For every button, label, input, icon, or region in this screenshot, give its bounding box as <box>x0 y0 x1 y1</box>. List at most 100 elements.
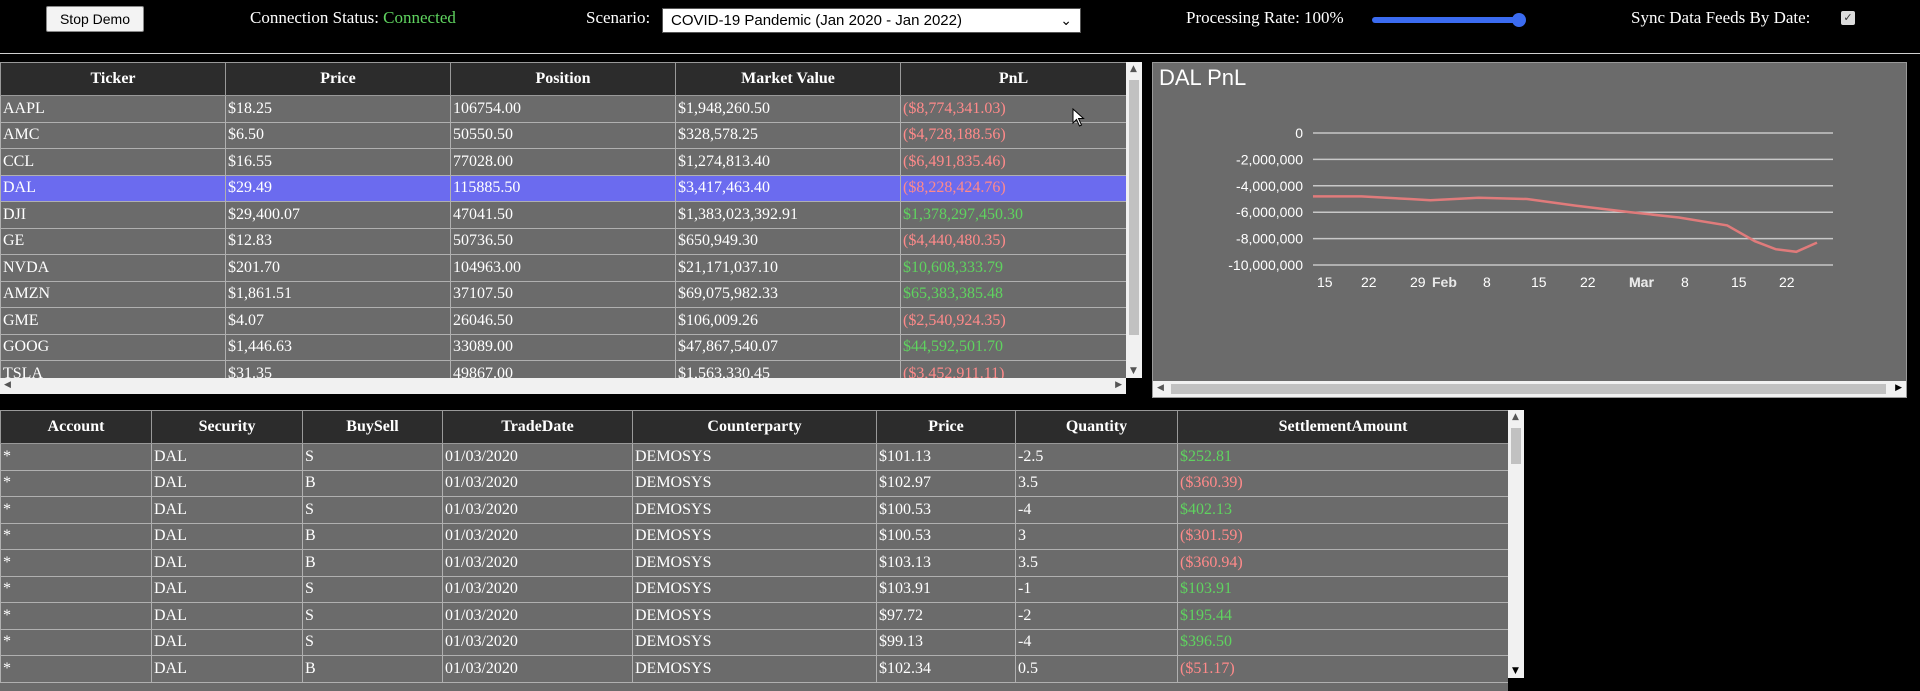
table-row[interactable]: * DAL S 01/03/2020 DEMOSYS $99.13 -4 $396.50 <box>0 628 1508 656</box>
column-header[interactable]: Market Value <box>675 62 901 96</box>
table-row[interactable]: CCL $16.55 77028.00 $1,274,813.40 ($6,491,83… <box>0 148 1126 176</box>
column-header[interactable]: Price <box>225 62 451 96</box>
scroll-down-icon[interactable]: ▼ <box>1512 666 1519 676</box>
connection-status-label: Connection Status: <box>250 8 379 27</box>
account-cell: * <box>0 602 152 630</box>
security-cell: DAL <box>151 469 303 497</box>
table-row[interactable]: * DAL B 01/03/2020 DEMOSYS $102.97 3.5 ($360.39… <box>0 469 1508 497</box>
table-row[interactable]: * DAL B 01/03/2020 DEMOSYS $103.13 3.5 ($360.94… <box>0 549 1508 577</box>
scenario-select[interactable]: COVID-19 Pandemic (Jan 2020 - Jan 2022) … <box>662 8 1081 33</box>
ticker-cell: TSLA <box>0 360 226 378</box>
toolbar-divider <box>0 53 1920 54</box>
settlement-amount-cell: ($301.59) <box>1177 522 1508 550</box>
scroll-right-icon[interactable]: ▶ <box>1895 383 1902 393</box>
price-cell: $102.34 <box>876 655 1016 683</box>
price-cell: $99.13 <box>876 628 1016 656</box>
table-row[interactable]: DJI $29,400.07 47041.50 $1,383,023,392.91 $1… <box>0 201 1126 229</box>
account-cell: * <box>0 655 152 683</box>
counterparty-cell: DEMOSYS <box>632 496 877 524</box>
market-value-cell: $650,949.30 <box>675 227 901 255</box>
scrollbar-thumb[interactable] <box>1511 428 1521 464</box>
scroll-left-icon[interactable]: ◀ <box>4 380 11 390</box>
column-header[interactable]: PnL <box>900 62 1126 96</box>
settlement-amount-cell: $402.13 <box>1177 496 1508 524</box>
buysell-cell: S <box>302 496 443 524</box>
scroll-down-icon[interactable]: ▼ <box>1130 366 1137 376</box>
column-header[interactable]: Counterparty <box>632 410 877 444</box>
table-row[interactable]: GOOG $1,446.63 33089.00 $47,867,540.07 $44,5… <box>0 333 1126 361</box>
pnl-chart: 0 -2,000,000 -4,000,000 -6,000,000 -8,000,00… <box>1228 125 1833 290</box>
counterparty-cell: DEMOSYS <box>632 575 877 603</box>
price-cell: $101.13 <box>876 443 1016 471</box>
account-cell: * <box>0 522 152 550</box>
table-row[interactable]: * DAL B 01/03/2020 DEMOSYS $102.34 0.5 ($51.17) <box>0 655 1508 683</box>
stop-demo-button[interactable]: Stop Demo <box>46 6 144 32</box>
table-row[interactable]: GE $12.83 50736.50 $650,949.30 ($4,440,480.3… <box>0 227 1126 255</box>
positions-vertical-scrollbar[interactable]: ▲ ▼ <box>1126 62 1142 378</box>
chart-horizontal-scrollbar[interactable]: ◀ ▶ <box>1153 381 1906 397</box>
security-cell: DAL <box>151 655 303 683</box>
table-row[interactable]: * DAL S 01/03/2020 DEMOSYS $101.13 -2.5 $252.81 <box>0 443 1508 471</box>
quantity-cell: 3.5 <box>1015 469 1178 497</box>
table-row[interactable]: * DAL S 01/03/2020 DEMOSYS $103.91 -1 $103.91 <box>0 575 1508 603</box>
settlement-amount-cell: $396.50 <box>1177 628 1508 656</box>
x-tick-label: 22 <box>1580 274 1596 290</box>
y-tick-label: -10,000,000 <box>1228 257 1303 273</box>
positions-header-row: Ticker Price Position Market Value PnL <box>0 62 1126 96</box>
table-row[interactable]: * DAL S 01/03/2020 DEMOSYS $100.53 -4 $402.13 <box>0 496 1508 524</box>
scroll-right-icon[interactable]: ▶ <box>1115 380 1122 390</box>
processing-rate-slider[interactable] <box>1372 13 1526 27</box>
ticker-cell: AMZN <box>0 280 226 308</box>
pnl-cell: ($6,491,835.46) <box>900 148 1126 176</box>
table-row[interactable]: DAL $29.49 115885.50 $3,417,463.40 ($8,228,4… <box>0 174 1126 202</box>
account-cell: * <box>0 469 152 497</box>
scrollbar-thumb[interactable] <box>1171 384 1886 394</box>
price-cell: $4.07 <box>225 307 451 335</box>
column-header[interactable]: Price <box>876 410 1016 444</box>
price-cell: $100.53 <box>876 522 1016 550</box>
scroll-left-icon[interactable]: ◀ <box>1157 383 1164 393</box>
settlement-amount-cell: $103.91 <box>1177 575 1508 603</box>
column-header[interactable]: Position <box>450 62 676 96</box>
price-cell: $103.13 <box>876 549 1016 577</box>
scroll-up-icon[interactable]: ▲ <box>1512 412 1519 422</box>
table-row[interactable]: * DAL S 01/03/2020 DEMOSYS $97.72 -2 $195.44 <box>0 602 1508 630</box>
buysell-cell: S <box>302 575 443 603</box>
column-header[interactable]: Quantity <box>1015 410 1178 444</box>
market-value-cell: $47,867,540.07 <box>675 333 901 361</box>
column-header[interactable]: Security <box>151 410 303 444</box>
trades-vertical-scrollbar[interactable]: ▲ ▼ <box>1508 410 1524 678</box>
price-cell: $29,400.07 <box>225 201 451 229</box>
table-row[interactable]: AAPL $18.25 106754.00 $1,948,260.50 ($8,774,… <box>0 95 1126 123</box>
table-row[interactable]: GME $4.07 26046.50 $106,009.26 ($2,540,924.3… <box>0 307 1126 335</box>
ticker-cell: CCL <box>0 148 226 176</box>
buysell-cell: S <box>302 628 443 656</box>
mouse-pointer-icon <box>1072 108 1085 127</box>
column-header[interactable]: SettlementAmount <box>1177 410 1508 444</box>
table-row[interactable]: TSLA $31.35 49867.00 $1,563,330.45 ($3,452,9… <box>0 360 1126 378</box>
column-header[interactable]: Account <box>0 410 152 444</box>
sync-data-feeds-checkbox[interactable]: ✓ <box>1841 11 1855 25</box>
column-header[interactable]: Ticker <box>0 62 226 96</box>
slider-thumb[interactable] <box>1512 13 1526 27</box>
pnl-cell: $10,608,333.79 <box>900 254 1126 282</box>
scrollbar-thumb[interactable] <box>1129 80 1139 335</box>
positions-horizontal-scrollbar[interactable]: ◀ ▶ <box>0 378 1126 394</box>
trades-grid: Account Security BuySell TradeDate Counterpa… <box>0 410 1508 691</box>
column-header[interactable]: BuySell <box>302 410 443 444</box>
trade-date-cell: 01/03/2020 <box>442 522 633 550</box>
position-cell: 50550.50 <box>450 121 676 149</box>
column-header[interactable]: TradeDate <box>442 410 633 444</box>
x-tick-label: 22 <box>1779 274 1795 290</box>
scroll-up-icon[interactable]: ▲ <box>1130 64 1137 74</box>
position-cell: 47041.50 <box>450 201 676 229</box>
price-cell: $1,446.63 <box>225 333 451 361</box>
table-row[interactable]: * DAL B 01/03/2020 DEMOSYS $100.53 3 ($301.59) <box>0 522 1508 550</box>
table-row[interactable]: AMZN $1,861.51 37107.50 $69,075,982.33 $65,3… <box>0 280 1126 308</box>
table-row[interactable]: AMC $6.50 50550.50 $328,578.25 ($4,728,188.5… <box>0 121 1126 149</box>
table-row[interactable]: NVDA $201.70 104963.00 $21,171,037.10 $10,60… <box>0 254 1126 282</box>
quantity-cell: -2.5 <box>1015 443 1178 471</box>
market-value-cell: $21,171,037.10 <box>675 254 901 282</box>
quantity-cell: 3 <box>1015 522 1178 550</box>
security-cell: DAL <box>151 522 303 550</box>
